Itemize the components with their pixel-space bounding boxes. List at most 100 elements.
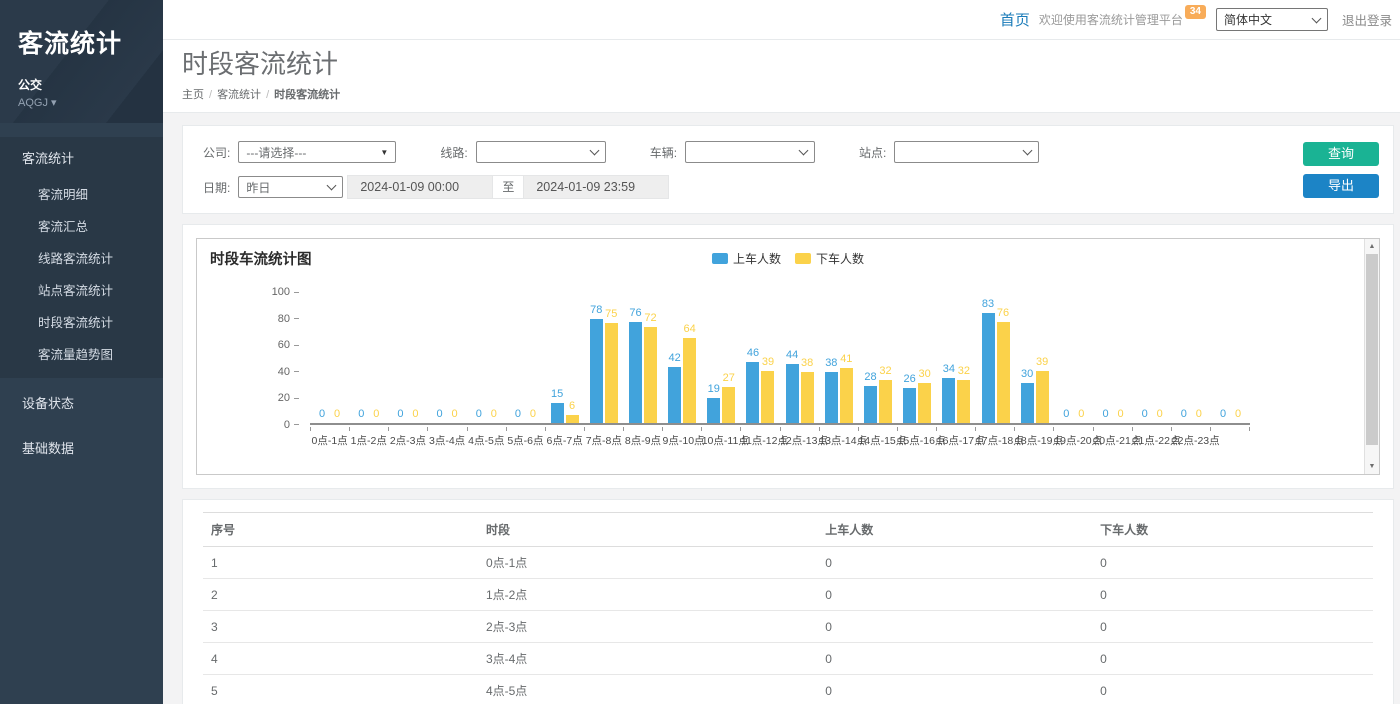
- sidebar-item-客流量趋势图[interactable]: 客流量趋势图: [0, 338, 163, 370]
- x-axis-tick: [1211, 427, 1250, 431]
- bar-下车人数: [722, 387, 735, 423]
- bar-value-label: 0: [1157, 409, 1163, 420]
- bar-value-label: 39: [762, 357, 774, 368]
- bar-column: 0: [472, 292, 485, 423]
- line-select[interactable]: [476, 141, 606, 163]
- bar-value-label: 0: [319, 409, 325, 420]
- sidebar-item-站点客流统计[interactable]: 站点客流统计: [0, 274, 163, 306]
- table-body: 10点-1点0021点-2点0032点-3点0043点-4点0054点-5点00…: [203, 547, 1373, 704]
- bar-group: 00: [1133, 292, 1172, 423]
- chart-scrollbar[interactable]: ▲ ▼: [1364, 239, 1379, 474]
- scrollbar-down-arrow-icon[interactable]: ▼: [1365, 459, 1379, 474]
- y-axis: 100806040200: [259, 285, 299, 432]
- x-axis-tick: [741, 427, 780, 431]
- x-axis-label: 22点-23点: [1172, 433, 1211, 448]
- language-select-value: 简体中文: [1224, 11, 1272, 28]
- data-table: 序号时段上车人数下车人数 10点-1点0021点-2点0032点-3点0043点…: [203, 512, 1373, 704]
- sidebar-section: 基础数据: [0, 427, 163, 468]
- x-axis-tick: [624, 427, 663, 431]
- page-heading: 时段客流统计 主页/客流统计/时段客流统计: [163, 40, 1400, 113]
- scrollbar-up-arrow-icon[interactable]: ▲: [1365, 239, 1379, 254]
- bar-column: 0: [1075, 292, 1088, 423]
- org-name: 公交: [18, 76, 145, 93]
- vehicle-select[interactable]: [685, 141, 815, 163]
- bar-column: 0: [1217, 292, 1230, 423]
- sidebar-item-线路客流统计[interactable]: 线路客流统计: [0, 242, 163, 274]
- query-button[interactable]: 查询: [1303, 142, 1379, 166]
- export-button[interactable]: 导出: [1303, 174, 1379, 198]
- table-cell: 3: [203, 611, 478, 643]
- y-axis-tick: 100: [272, 285, 299, 299]
- legend-label-alighting: 下车人数: [816, 250, 864, 267]
- bar-value-label: 30: [1021, 369, 1033, 380]
- x-axis-label: 11点-12点: [741, 433, 780, 448]
- bar-column: 41: [840, 292, 853, 423]
- bar-group: 00: [388, 292, 427, 423]
- bar-column: 0: [448, 292, 461, 423]
- bar-group: 00: [1093, 292, 1132, 423]
- bar-下车人数: [1036, 371, 1049, 423]
- legend-item-alighting[interactable]: 下车人数: [795, 250, 864, 267]
- bar-value-label: 32: [879, 366, 891, 377]
- bar-group: 00: [1172, 292, 1211, 423]
- bar-value-label: 0: [397, 409, 403, 420]
- breadcrumb-section[interactable]: 客流统计: [217, 89, 261, 101]
- sidebar-item-基础数据[interactable]: 基础数据: [0, 427, 163, 468]
- bar-value-label: 76: [629, 308, 641, 319]
- bar-column: 0: [1099, 292, 1112, 423]
- org-code-dropdown[interactable]: AQGJ ▾: [18, 96, 145, 109]
- date-preset-select[interactable]: 昨日: [238, 176, 343, 198]
- sidebar-item-客流汇总[interactable]: 客流汇总: [0, 210, 163, 242]
- home-link[interactable]: 首页: [1000, 9, 1030, 30]
- notification-badge[interactable]: 34: [1185, 5, 1206, 19]
- breadcrumb-home[interactable]: 主页: [182, 89, 204, 101]
- sidebar-section: 设备状态: [0, 382, 163, 423]
- bar-value-label: 0: [1235, 409, 1241, 420]
- bar-上车人数: [786, 364, 799, 423]
- sidebar: 客流统计 公交 AQGJ ▾ 客流统计客流明细客流汇总线路客流统计站点客流统计时…: [0, 0, 163, 704]
- company-select[interactable]: ---请选择--- ▼: [238, 141, 396, 163]
- bar-value-label: 0: [1078, 409, 1084, 420]
- chart-title: 时段车流统计图: [210, 248, 312, 269]
- x-axis-tick: [350, 427, 389, 431]
- x-axis-tick: [389, 427, 428, 431]
- bar-value-label: 26: [904, 374, 916, 385]
- sidebar-item-客流统计[interactable]: 客流统计: [0, 137, 163, 178]
- station-select[interactable]: [894, 141, 1039, 163]
- bar-value-label: 38: [801, 358, 813, 369]
- bar-column: 0: [370, 292, 383, 423]
- sidebar-item-时段客流统计[interactable]: 时段客流统计: [0, 306, 163, 338]
- x-axis-tick: [1015, 427, 1054, 431]
- scrollbar-thumb[interactable]: [1366, 254, 1378, 445]
- table-header-cell: 时段: [478, 513, 817, 547]
- x-axis-tick: [546, 427, 585, 431]
- top-navbar: 首页 欢迎使用客流统计管理平台 34 简体中文 退出登录: [163, 0, 1400, 40]
- date-label: 日期:: [203, 179, 230, 196]
- page-content: 公司: ---请选择--- ▼ 线路: 车辆:: [163, 113, 1400, 704]
- bar-column: 0: [1177, 292, 1190, 423]
- sidebar-item-客流明细[interactable]: 客流明细: [0, 178, 163, 210]
- bar-value-label: 0: [1117, 409, 1123, 420]
- language-select[interactable]: 简体中文: [1216, 8, 1328, 31]
- bar-上车人数: [903, 388, 916, 423]
- bar-value-label: 64: [684, 324, 696, 335]
- bar-value-label: 30: [919, 369, 931, 380]
- sidebar-item-设备状态[interactable]: 设备状态: [0, 382, 163, 423]
- date-from-input[interactable]: 2024-01-09 00:00: [347, 175, 493, 199]
- chart-box: 时段车流统计图 上车人数 下车人数 100806040200 000000000…: [196, 238, 1380, 475]
- y-axis-tick-label: 20: [278, 392, 290, 404]
- bar-下车人数: [840, 368, 853, 423]
- bar-下车人数: [997, 322, 1010, 423]
- bar-column: 30: [1021, 292, 1034, 423]
- x-axis-tick: [507, 427, 546, 431]
- x-axis-label: 20点-21点: [1093, 433, 1132, 448]
- bar-value-label: 0: [437, 409, 443, 420]
- date-to-input[interactable]: 2024-01-09 23:59: [523, 175, 669, 199]
- table-row: 21点-2点00: [203, 579, 1373, 611]
- logout-link[interactable]: 退出登录: [1342, 10, 1392, 29]
- table-cell: 5: [203, 675, 478, 704]
- bar-group: 00: [506, 292, 545, 423]
- legend-item-boarding[interactable]: 上车人数: [712, 250, 781, 267]
- bar-column: 27: [722, 292, 735, 423]
- x-axis-label: 13点-14点: [819, 433, 858, 448]
